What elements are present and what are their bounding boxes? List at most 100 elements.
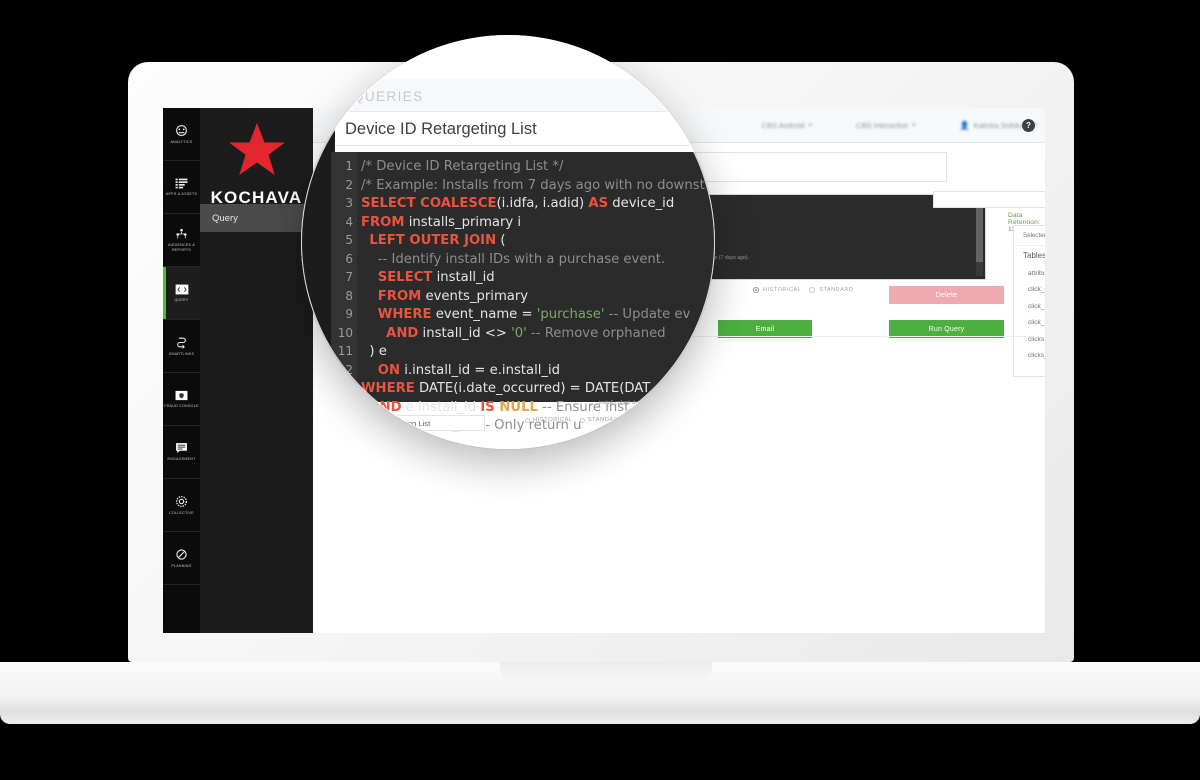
- code-token: FROM: [361, 214, 405, 230]
- magnified-query-name-value: Device ID Retargeting List: [342, 418, 431, 428]
- no-entry-icon: [175, 548, 188, 561]
- code-token: -- Remove orphaned: [526, 325, 670, 341]
- magnified-radio-standard[interactable]: STANDARD: [579, 417, 624, 423]
- sidebar-label-engagement: Engagement: [167, 457, 196, 462]
- list-item[interactable]: click_properties: [1014, 315, 1045, 332]
- code-token: e.install_id: [401, 399, 481, 415]
- magnified-radio-standard-label: STANDARD: [587, 417, 624, 423]
- nav-item-query-label: Query: [212, 212, 238, 224]
- speedometer-icon: [175, 124, 188, 137]
- tables-card: Selected App: CBS Android Tables attribu…: [1013, 225, 1045, 377]
- code-line: 12 ON i.install_id = e.install_id: [331, 361, 715, 380]
- sidebar-item-planning[interactable]: Planning: [163, 532, 200, 585]
- magnified-radio-historical-label: HISTORICAL: [533, 417, 573, 423]
- code-token: i.install_id = e.install_id: [400, 362, 561, 378]
- magnified-delete-button[interactable]: [657, 411, 715, 427]
- code-token: '0': [511, 325, 527, 341]
- magnified-email-label: EMAIL RECIPIENTS: [335, 435, 404, 441]
- code-line: 13 WHERE DATE(i.date_occurred) = DATE(DAT: [331, 379, 715, 398]
- code-token: IS: [480, 399, 495, 415]
- shield-monitor-icon: [175, 390, 188, 401]
- radio-historical[interactable]: Historical: [753, 287, 801, 293]
- line-number: 8: [345, 288, 353, 303]
- code-token: event_name =: [431, 307, 537, 322]
- list-item[interactable]: click_geo: [1014, 282, 1045, 299]
- line-number: 10: [337, 325, 353, 340]
- list-icon: [175, 178, 188, 189]
- sidebar-item-collective[interactable]: Collective: [163, 479, 200, 532]
- magnified-sql-editor[interactable]: 1 /* Device ID Retargeting List */ 2 /* Exa…: [331, 152, 715, 433]
- line-number: 2: [345, 177, 353, 192]
- editor-scroll-thumb[interactable]: [976, 208, 983, 262]
- code-line: 4 FROM installs_primary i: [331, 213, 715, 232]
- radio-standard[interactable]: Standard: [809, 287, 853, 293]
- list-item[interactable]: click_identifiers: [1014, 298, 1045, 315]
- editor-scrollbar[interactable]: [976, 198, 983, 276]
- brand-logo: KOCHAVA: [200, 122, 313, 208]
- chevron-down-icon: ▾: [912, 122, 916, 129]
- account-selector[interactable]: CBS Interactive ▾: [856, 121, 916, 130]
- sidebar-item-fraud-console[interactable]: Fraud Console: [163, 373, 200, 426]
- code-token: events_primary: [421, 288, 529, 304]
- code-token: SELECT COALESCE: [361, 196, 497, 211]
- code-token: install_id <>: [418, 325, 512, 341]
- app-selector[interactable]: CBS Android ▾: [762, 121, 812, 130]
- message-icon: [175, 442, 188, 454]
- line-number: 4: [345, 214, 353, 229]
- link-path-icon: [175, 336, 188, 349]
- radio-dot-historical: [753, 287, 759, 293]
- query-type-radio-group: Historical Standard: [753, 287, 853, 293]
- list-item[interactable]: clicks_primary: [1014, 348, 1045, 365]
- magnified-breadcrumb: QUERIES: [353, 89, 424, 104]
- code-line: 8 FROM events_primary: [331, 287, 715, 306]
- code-token: /* Example: Installs from 7 days ago wit…: [361, 177, 705, 193]
- line-number: 13: [337, 381, 353, 395]
- code-line: 3 SELECT COALESCE(i.idfa, i.adid) AS devi…: [331, 194, 715, 213]
- top-bar-right: CBS Android ▾ CBS Interactive ▾ 👤 Katink…: [718, 108, 1037, 142]
- nav-item-query[interactable]: Query: [200, 204, 313, 232]
- magnified-query-name-label: QUERY NAME: [335, 407, 384, 413]
- line-number: 6: [345, 251, 353, 266]
- magnified-radio-historical[interactable]: HISTORICAL: [525, 417, 573, 423]
- code-token: 'purchase': [536, 307, 605, 322]
- tables-list[interactable]: attribute_data click_geo click_identifie…: [1014, 265, 1045, 377]
- code-token: ) e: [361, 344, 387, 359]
- magnified-query-title[interactable]: Device ID Retargeting List: [335, 113, 695, 146]
- editor-mode-select[interactable]: ▾: [933, 191, 1045, 208]
- laptop-notch: [500, 662, 712, 680]
- line-number: 7: [345, 270, 353, 284]
- sidebar-item-query[interactable]: Query: [163, 267, 200, 320]
- magnifier-lens: QUERIES Device ID Retargeting List 1 /* D…: [301, 35, 715, 449]
- code-token: DATE(i.date_occurred) = DATE(DAT: [414, 381, 651, 396]
- radio-historical-label: Historical: [763, 287, 802, 293]
- code-line: 11 ) e: [331, 342, 715, 361]
- list-item[interactable]: attribute_data: [1014, 265, 1045, 282]
- radio-dot-standard: [579, 417, 585, 423]
- list-item[interactable]: clicks: [1014, 331, 1045, 348]
- sidebar-item-engagement[interactable]: Engagement: [163, 426, 200, 479]
- sidebar-item-analytics[interactable]: Analytics: [163, 108, 200, 161]
- screenshot-root: Analytics Apps & Assets Audiences & Repo…: [0, 0, 1200, 780]
- sidebar-item-audiences-reports[interactable]: Audiences & Reports: [163, 214, 200, 267]
- magnified-query-name-input[interactable]: Device ID Retargeting List: [335, 415, 485, 431]
- sidebar-label-analytics: Analytics: [170, 139, 193, 144]
- icon-rail: Analytics Apps & Assets Audiences & Repo…: [163, 108, 200, 633]
- sidebar-label-audiences-reports: Audiences & Reports: [167, 242, 196, 252]
- code-token: (: [496, 233, 506, 248]
- delete-button[interactable]: Delete: [889, 286, 1004, 304]
- help-icon[interactable]: ?: [1022, 119, 1035, 132]
- magnified-radio-group: HISTORICAL STANDARD: [525, 417, 623, 423]
- code-line: 2 /* Example: Installs from 7 days ago wi…: [331, 176, 715, 195]
- sidebar-label-smartlinks: SmartLinks: [168, 351, 195, 356]
- people-icon: [175, 228, 188, 240]
- sidebar-item-apps-assets[interactable]: Apps & Assets: [163, 161, 200, 214]
- code-token: device_id: [608, 196, 675, 211]
- code-line: 10 AND install_id <> '0' -- Remove orpha…: [331, 324, 715, 343]
- code-line: 7 SELECT install_id: [331, 268, 715, 287]
- sidebar-item-smartlinks[interactable]: SmartLinks: [163, 320, 200, 373]
- sql-code[interactable]: 1 /* Device ID Retargeting List */ 2 /* Exa…: [331, 157, 715, 435]
